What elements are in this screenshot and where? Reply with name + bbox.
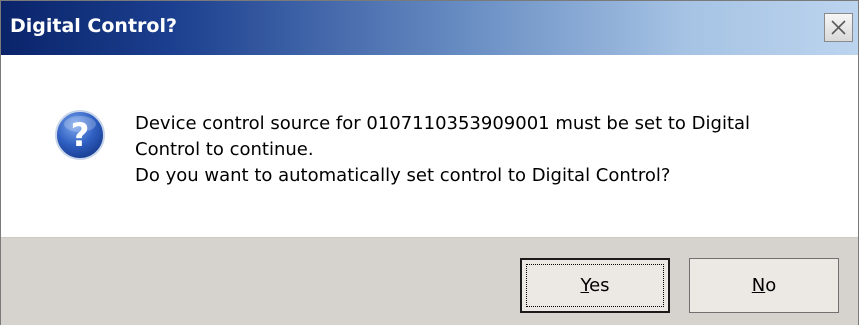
message-line: Do you want to automatically set control… xyxy=(135,165,671,186)
message-line: Control to continue. xyxy=(135,139,314,160)
message-dialog: Digital Control? ? Device control source… xyxy=(0,0,859,325)
title-bar[interactable]: Digital Control? xyxy=(1,1,858,55)
button-bar: Yes No xyxy=(1,237,858,325)
focus-ring xyxy=(526,264,664,307)
close-icon xyxy=(831,20,846,35)
dialog-title: Digital Control? xyxy=(10,15,177,37)
dialog-message: Device control source for 01071103539090… xyxy=(135,111,835,189)
question-icon: ? xyxy=(55,110,105,160)
dialog-content: ? Device control source for 010711035390… xyxy=(1,55,858,237)
no-button-label: No xyxy=(751,275,777,296)
svg-text:?: ? xyxy=(71,116,90,154)
no-button[interactable]: No xyxy=(689,258,839,313)
message-line: Device control source for 01071103539090… xyxy=(135,113,751,134)
close-button[interactable] xyxy=(824,13,853,42)
yes-button[interactable]: Yes xyxy=(520,258,670,313)
